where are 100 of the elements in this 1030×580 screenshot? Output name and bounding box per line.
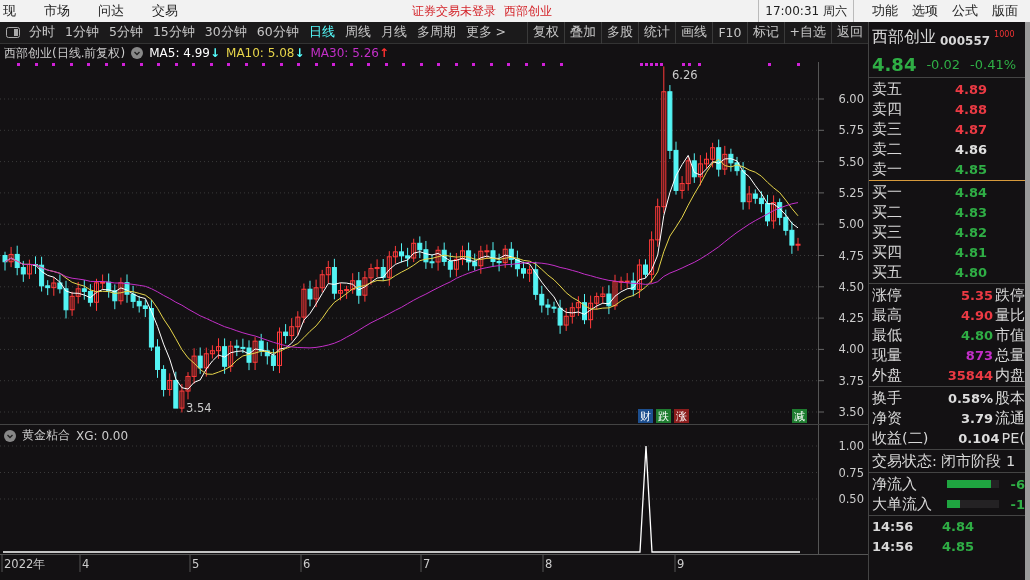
flow-label: 大单流入 (872, 494, 932, 514)
period-tab[interactable]: 月线 (375, 24, 412, 41)
panel-toggle-icon[interactable] (6, 27, 20, 38)
price-axis-label: 5.25 (838, 185, 864, 200)
toolbar-button[interactable]: 画线 (675, 21, 713, 44)
date-axis-label: 5 (192, 557, 200, 571)
menu-item[interactable]: 版面 (992, 2, 1018, 20)
stock-title: 西部创业 (504, 2, 553, 20)
order-book-price: 4.81 (954, 244, 987, 260)
price-axis-label: 5.00 (838, 217, 864, 232)
event-badge[interactable]: 跌 (656, 409, 671, 423)
stat-label: 股本 (995, 388, 1025, 408)
order-book-price: 4.86 (954, 141, 987, 157)
tick-time: 14:56 (872, 538, 915, 554)
tick-price: 4.84 (942, 518, 975, 534)
stat-label: 内盘 (995, 365, 1025, 385)
trend-arrow: ↑ (378, 46, 389, 60)
event-badge[interactable]: 财 (638, 409, 653, 423)
menu-item[interactable]: 选项 (912, 2, 938, 20)
order-book-label: 买三 (872, 222, 902, 242)
period-tab[interactable]: 60分钟 (251, 24, 304, 41)
trend-arrow: ↓ (294, 46, 305, 60)
stat-label: 涨停 (872, 285, 902, 305)
stat-label: 流通 (995, 408, 1025, 428)
price-axis-label: 4.25 (838, 311, 864, 326)
period-tab[interactable]: 1分钟 (60, 24, 104, 41)
stat-value: 4.80 (960, 327, 993, 343)
order-book-price: 4.88 (954, 101, 987, 117)
toolbar-button[interactable]: +自选 (783, 21, 831, 44)
order-book-price: 4.82 (954, 224, 987, 240)
stat-label: 跌停 (995, 285, 1025, 305)
stock-tag: 1000 (994, 30, 1015, 39)
stat-label: 换手 (872, 388, 902, 408)
flow-label: 净流入 (872, 474, 917, 494)
stat-value: 35844 (947, 367, 993, 383)
price-axis-label: 6.00 (838, 92, 864, 106)
toolbar-button[interactable]: 多股 (601, 21, 639, 44)
indicator-axis-label: 1.00 (838, 439, 864, 453)
stat-label: 量比 (995, 305, 1025, 325)
date-axis-label: 6 (303, 557, 311, 571)
period-tab[interactable]: 5分钟 (103, 24, 148, 41)
toolbar-button[interactable]: 标记 (746, 21, 784, 44)
dropdown-icon[interactable] (4, 429, 16, 442)
stat-value: 0.104 (958, 430, 1000, 446)
stat-value: 5.35 (960, 287, 993, 303)
stat-label: PE( (1001, 430, 1025, 446)
tick-time: 14:56 (872, 518, 915, 534)
stat-value: 873 (965, 347, 993, 363)
order-book-price: 4.87 (954, 121, 987, 137)
period-tab[interactable]: 15分钟 (147, 24, 200, 41)
price-axis-label: 3.50 (838, 405, 864, 419)
price-change: -0.02 (926, 57, 961, 72)
menu-item[interactable]: 公式 (952, 2, 978, 20)
toolbar-button[interactable]: 复权 (527, 21, 565, 44)
moving-average-label: MA10: 5.08 (226, 46, 295, 60)
menu-item[interactable]: 现 (3, 2, 16, 20)
moving-average-label: MA30: 5.26 (310, 46, 379, 60)
high-price-label: 6.26 (672, 68, 698, 82)
more-menu[interactable]: 更多 > (460, 24, 512, 41)
period-tab[interactable]: 30分钟 (199, 24, 252, 41)
stat-label: 最低 (872, 325, 902, 345)
flow-value: -1 (1009, 496, 1025, 512)
stat-label: 总量 (995, 345, 1025, 365)
last-price: 4.84 (872, 54, 917, 75)
indicator-reading: XG: 0.00 (76, 428, 129, 443)
price-axis-label: 4.75 (838, 248, 864, 263)
order-book-label: 买二 (872, 202, 902, 222)
price-axis-label: 5.75 (838, 123, 864, 138)
menu-item[interactable]: 交易 (152, 2, 178, 20)
order-book-label: 买四 (872, 242, 902, 262)
order-book-label: 卖三 (872, 119, 902, 139)
dropdown-icon[interactable] (131, 47, 144, 59)
stock-name: 西部创业 (872, 27, 936, 48)
toolbar-button[interactable]: 统计 (638, 21, 676, 44)
event-badge[interactable]: 减 (792, 409, 807, 423)
toolbar-button[interactable]: 叠加 (564, 21, 602, 44)
low-price-label: 3.54 (186, 401, 212, 415)
price-axis-label: 5.50 (838, 154, 864, 169)
login-status: 证券交易未登录 (412, 2, 497, 20)
menu-item[interactable]: 功能 (872, 2, 898, 20)
period-tab[interactable]: 日线 (303, 24, 340, 41)
indicator-axis-label: 0.50 (838, 492, 864, 506)
menu-item[interactable]: 市场 (44, 2, 70, 20)
price-axis-label: 3.75 (838, 373, 864, 388)
chart-title: 西部创业(日线.前复权) (4, 44, 126, 62)
indicator-title: 黄金粘合 (22, 427, 70, 444)
order-book-label: 买五 (872, 262, 902, 282)
period-tab[interactable]: 周线 (339, 24, 376, 41)
toolbar-button[interactable]: 返回 (831, 21, 868, 44)
order-book-label: 买一 (872, 182, 902, 202)
event-badge[interactable]: 涨 (674, 409, 689, 423)
toolbar-button[interactable]: F10 (712, 21, 747, 44)
period-tab[interactable]: 多周期 (411, 24, 461, 41)
stock-code: 000557 (940, 34, 991, 48)
flow-value: -6 (1009, 476, 1025, 492)
period-tab[interactable]: 分时 (24, 24, 60, 41)
date-axis-label: 2022年 (4, 557, 46, 571)
order-book-price: 4.83 (954, 204, 987, 220)
date-axis-label: 7 (423, 557, 431, 571)
menu-item[interactable]: 问达 (98, 2, 124, 20)
